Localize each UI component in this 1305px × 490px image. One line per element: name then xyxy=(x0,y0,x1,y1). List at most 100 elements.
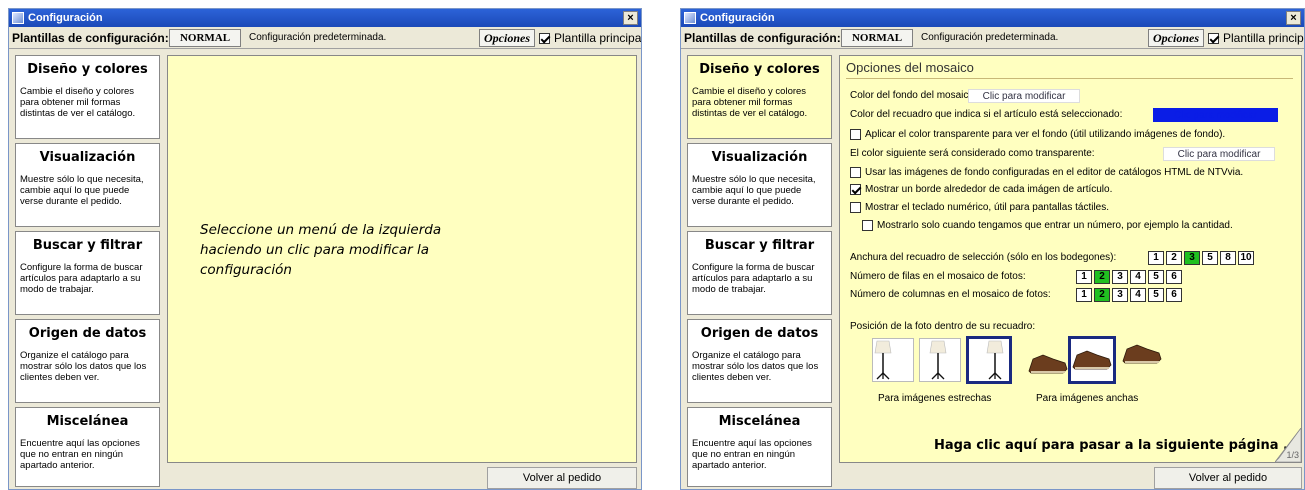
close-button[interactable]: × xyxy=(1286,11,1301,25)
main-template-toggle[interactable]: Plantilla principal xyxy=(539,31,641,45)
template-selector[interactable]: NORMAL xyxy=(169,28,241,47)
keypad-sub-checkbox[interactable] xyxy=(862,220,873,231)
transparent-color-picker[interactable]: Clic para modificar xyxy=(1163,147,1275,161)
narrow-images-caption: Para imágenes estrechas xyxy=(878,393,992,404)
border-checkbox[interactable] xyxy=(850,184,861,195)
menu-search-filter[interactable]: Buscar y filtrar Configure la forma de b… xyxy=(15,231,160,315)
narrow-position-left[interactable] xyxy=(872,338,914,382)
frame-width-option-10[interactable]: 10 xyxy=(1238,251,1254,265)
border-option[interactable]: Mostrar un borde alrededor de cada imáge… xyxy=(850,184,1112,195)
templates-label: Plantillas de configuración: xyxy=(684,30,841,45)
menu-description: Configure la forma de buscar artículos p… xyxy=(20,262,143,295)
app-icon xyxy=(684,12,696,24)
select-menu-hint: Seleccione un menú de la izquierda hacie… xyxy=(200,222,442,278)
window-title: Configuración xyxy=(700,12,775,24)
config-window-default: Configuración × Plantillas de configurac… xyxy=(8,8,642,490)
templates-label: Plantillas de configuración: xyxy=(12,30,169,45)
cols-selector: 123456 xyxy=(1076,288,1184,302)
menu-description: Encuentre aquí las opciones que no entra… xyxy=(692,438,812,471)
menu-design-colors[interactable]: Diseño y colores Cambie el diseño y colo… xyxy=(15,55,160,139)
menu-data-source[interactable]: Origen de datos Organize el catálogo par… xyxy=(15,319,160,403)
frame-width-option-1[interactable]: 1 xyxy=(1148,251,1164,265)
lamp-icon xyxy=(986,340,1004,380)
wide-images-caption: Para imágenes anchas xyxy=(1036,393,1139,404)
bg-color-picker[interactable]: Clic para modificar xyxy=(968,89,1080,103)
rows-option-3[interactable]: 3 xyxy=(1112,270,1128,284)
menu-title: Visualización xyxy=(39,150,136,165)
frame-width-option-2[interactable]: 2 xyxy=(1166,251,1182,265)
menu-search-filter[interactable]: Buscar y filtrar Configure la forma de b… xyxy=(687,231,832,315)
section-divider xyxy=(846,78,1293,79)
close-button[interactable]: × xyxy=(623,11,638,25)
menu-title: Miscelánea xyxy=(46,414,129,429)
keypad-sub-option[interactable]: Mostrarlo solo cuando tengamos que entra… xyxy=(862,220,1233,231)
keypad-checkbox[interactable] xyxy=(850,202,861,213)
rows-option-1[interactable]: 1 xyxy=(1076,270,1092,284)
menu-visualization[interactable]: Visualización Muestre sólo lo que necesi… xyxy=(15,143,160,227)
transparent-checkbox[interactable] xyxy=(850,129,861,140)
menu-miscellaneous[interactable]: Miscelánea Encuentre aquí las opciones q… xyxy=(687,407,832,487)
frame-color-picker[interactable]: Clic para modificar xyxy=(1153,108,1278,122)
menu-design-colors[interactable]: Diseño y colores Cambie el diseño y colo… xyxy=(687,55,832,139)
main-template-label: Plantilla principal xyxy=(1223,31,1305,45)
frame-width-option-5[interactable]: 5 xyxy=(1202,251,1218,265)
frame-width-option-3[interactable]: 3 xyxy=(1184,251,1200,265)
template-selector[interactable]: NORMAL xyxy=(841,28,913,47)
rows-option-4[interactable]: 4 xyxy=(1130,270,1146,284)
section-title: Opciones del mosaico xyxy=(846,60,974,75)
main-template-toggle[interactable]: Plantilla principal xyxy=(1208,31,1305,45)
narrow-position-right[interactable] xyxy=(966,336,1012,384)
menu-visualization[interactable]: Visualización Muestre sólo lo que necesi… xyxy=(687,143,832,227)
shoe-icon xyxy=(1028,354,1068,374)
back-to-order-button[interactable]: Volver al pedido xyxy=(1154,467,1302,489)
menu-title: Visualización xyxy=(711,150,808,165)
config-window-mosaic: Configuración × Plantillas de configurac… xyxy=(680,8,1305,490)
bg-images-checkbox[interactable] xyxy=(850,167,861,178)
cols-option-2[interactable]: 2 xyxy=(1094,288,1110,302)
rows-option-5[interactable]: 5 xyxy=(1148,270,1164,284)
menu-miscellaneous[interactable]: Miscelánea Encuentre aquí las opciones q… xyxy=(15,407,160,487)
menu-title: Buscar y filtrar xyxy=(704,238,815,253)
wide-position-top[interactable] xyxy=(1026,338,1068,382)
rows-selector: 123456 xyxy=(1076,270,1184,284)
rows-option-6[interactable]: 6 xyxy=(1166,270,1182,284)
options-button[interactable]: Opciones xyxy=(1148,29,1204,47)
cols-option-5[interactable]: 5 xyxy=(1148,288,1164,302)
menu-description: Muestre sólo lo que necesita, cambie aqu… xyxy=(20,174,144,207)
transparent-option[interactable]: Aplicar el color transparente para ver e… xyxy=(850,129,1225,140)
main-template-checkbox[interactable] xyxy=(539,32,550,44)
main-template-checkbox[interactable] xyxy=(1208,32,1219,44)
title-bar: Configuración × xyxy=(681,9,1304,27)
cols-label: Número de columnas en el mosaico de foto… xyxy=(850,289,1051,300)
window-title: Configuración xyxy=(28,12,103,24)
mosaic-options-panel: Opciones del mosaico Color del fondo del… xyxy=(839,55,1302,463)
position-label: Posición de la foto dentro de su recuadr… xyxy=(850,321,1036,332)
keypad-option[interactable]: Mostrar el teclado numérico, útil para p… xyxy=(850,202,1109,213)
options-button[interactable]: Opciones xyxy=(479,29,535,47)
cols-option-3[interactable]: 3 xyxy=(1112,288,1128,302)
title-bar: Configuración × xyxy=(9,9,641,27)
template-description: Configuración predeterminada. xyxy=(921,32,1059,43)
back-to-order-button[interactable]: Volver al pedido xyxy=(487,467,637,489)
lamp-icon xyxy=(874,340,892,380)
menu-description: Organize el catálogo para mostrar sólo l… xyxy=(20,350,147,383)
cols-option-1[interactable]: 1 xyxy=(1076,288,1092,302)
narrow-position-center[interactable] xyxy=(919,338,961,382)
cols-option-6[interactable]: 6 xyxy=(1166,288,1182,302)
bg-images-label: Usar las imágenes de fondo configuradas … xyxy=(865,167,1244,178)
template-description: Configuración predeterminada. xyxy=(249,32,387,43)
shoe-icon xyxy=(1072,350,1112,370)
templates-bar: Plantillas de configuración: NORMAL Conf… xyxy=(9,27,641,49)
menu-title: Miscelánea xyxy=(718,414,801,429)
menu-description: Cambie el diseño y colores para obtener … xyxy=(692,86,808,119)
wide-position-bottom[interactable] xyxy=(1120,338,1162,382)
rows-option-2[interactable]: 2 xyxy=(1094,270,1110,284)
cols-option-4[interactable]: 4 xyxy=(1130,288,1146,302)
frame-width-selector: 1 2 3 5 8 10 xyxy=(1148,251,1256,265)
next-page-link[interactable]: Haga clic aquí para pasar a la siguiente… xyxy=(934,438,1298,453)
bg-images-option[interactable]: Usar las imágenes de fondo configuradas … xyxy=(850,167,1243,178)
menu-data-source[interactable]: Origen de datos Organize el catálogo par… xyxy=(687,319,832,403)
frame-width-option-8[interactable]: 8 xyxy=(1220,251,1236,265)
menu-description: Encuentre aquí las opciones que no entra… xyxy=(20,438,140,471)
wide-position-center[interactable] xyxy=(1068,336,1116,384)
